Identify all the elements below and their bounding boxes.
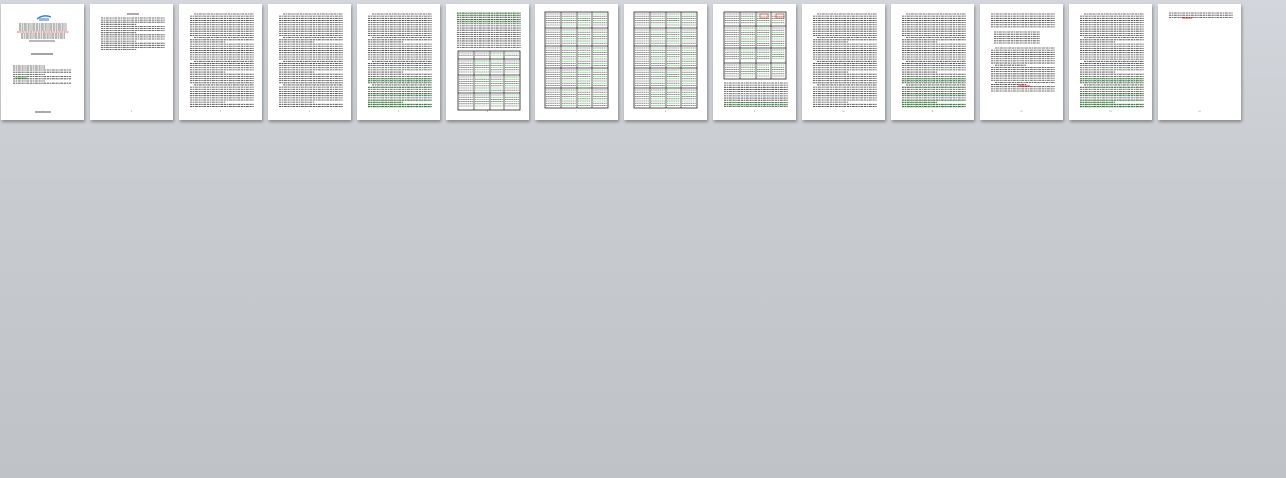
page-number: 13 xyxy=(1109,111,1112,113)
page-content xyxy=(723,11,788,108)
page-number: 14 xyxy=(1198,111,1201,113)
page-thumbnail[interactable]: 2 xyxy=(90,4,173,120)
table xyxy=(544,11,609,109)
page-thumbnail[interactable]: 14 xyxy=(1158,4,1241,120)
page-thumbnail[interactable]: 10 xyxy=(802,4,885,120)
page-number: 12 xyxy=(1020,111,1023,113)
page-content xyxy=(1169,12,1233,19)
page-content xyxy=(368,13,432,108)
page-thumbnail[interactable]: 9 xyxy=(713,4,796,120)
page-number: 10 xyxy=(842,111,845,113)
page-thumbnail[interactable]: 12 xyxy=(980,4,1063,120)
page-content xyxy=(544,11,609,109)
page-number: 3 xyxy=(219,111,222,113)
page-thumbnail[interactable]: 8 xyxy=(624,4,707,120)
page-thumbnail[interactable]: 7 xyxy=(535,4,618,120)
page-thumbnail[interactable]: 13 xyxy=(1069,4,1152,120)
page-content xyxy=(457,12,521,111)
page-number: 1 xyxy=(41,111,44,113)
page-content xyxy=(13,15,71,113)
page-content xyxy=(1080,13,1144,108)
page-content xyxy=(991,13,1055,92)
page-content xyxy=(190,13,254,107)
table xyxy=(633,11,698,109)
document-thumbnail-view[interactable]: 1 2 3 4 5 6 7 8 9 10 11 12 13 14 xyxy=(0,0,1286,478)
page-content xyxy=(813,13,877,107)
page-thumbnail[interactable]: 5 xyxy=(357,4,440,120)
table xyxy=(723,11,787,80)
page-number: 7 xyxy=(575,111,578,113)
page-content xyxy=(101,13,165,50)
page-content xyxy=(279,13,343,107)
page-number: 9 xyxy=(753,111,756,113)
page-number: 5 xyxy=(397,111,400,113)
page-thumbnail[interactable]: 1 xyxy=(1,4,84,120)
page-content xyxy=(902,13,966,108)
page-number: 2 xyxy=(130,111,133,113)
page-number: 4 xyxy=(308,111,311,113)
page-number: 6 xyxy=(486,111,489,113)
page-number: 8 xyxy=(664,111,667,113)
logo-icon xyxy=(36,15,52,21)
page-content xyxy=(633,11,698,109)
page-thumbnail[interactable]: 6 xyxy=(446,4,529,120)
page-thumbnail[interactable]: 3 xyxy=(179,4,262,120)
page-thumbnail[interactable]: 4 xyxy=(268,4,351,120)
page-number: 11 xyxy=(931,111,934,113)
table xyxy=(457,50,521,111)
page-thumbnail[interactable]: 11 xyxy=(891,4,974,120)
